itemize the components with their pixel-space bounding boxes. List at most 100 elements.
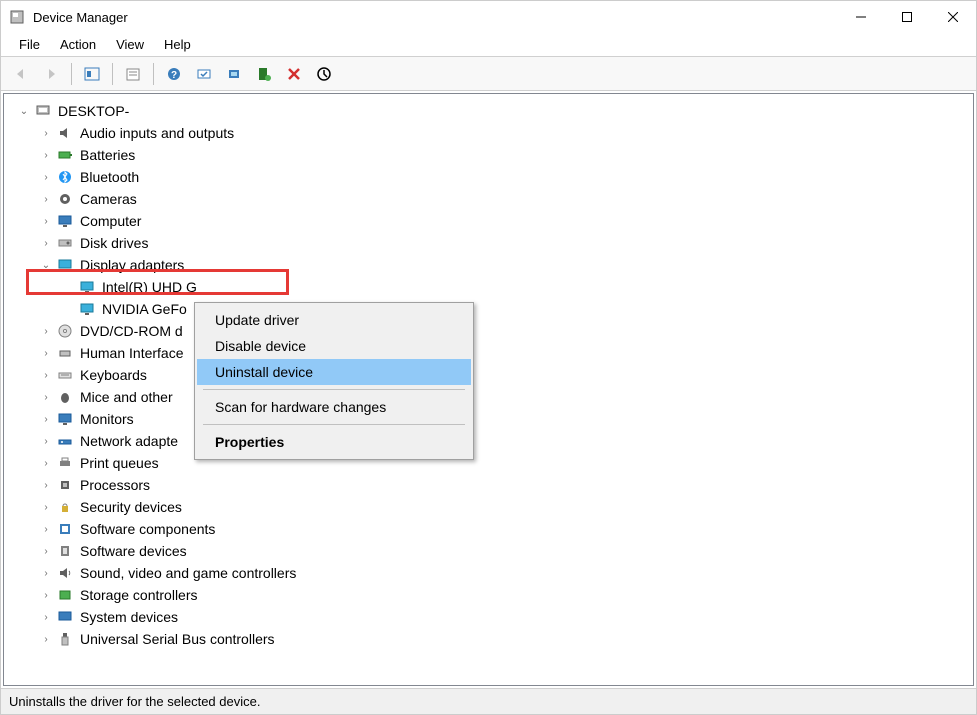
add-legacy-hardware-button[interactable] [250,60,278,88]
system-device-icon [56,608,74,626]
tree-disk[interactable]: Disk drives [8,232,969,254]
tree-network[interactable]: Network adapte [8,430,969,452]
context-uninstall-device[interactable]: Uninstall device [197,359,471,385]
update-driver-button[interactable] [220,60,248,88]
expander-icon[interactable] [38,499,54,515]
tree-computer[interactable]: Computer [8,210,969,232]
keyboard-icon [56,366,74,384]
tree-security[interactable]: Security devices [8,496,969,518]
sound-icon [56,564,74,582]
monitor-icon [56,212,74,230]
tree-storage[interactable]: Storage controllers [8,584,969,606]
tree-audio[interactable]: Audio inputs and outputs [8,122,969,144]
context-scan-hardware[interactable]: Scan for hardware changes [197,394,471,420]
expander-icon[interactable] [38,455,54,471]
tree-hid[interactable]: Human Interface [8,342,969,364]
toolbar-separator [153,63,154,85]
expander-icon[interactable] [38,543,54,559]
expander-icon[interactable] [38,477,54,493]
expander-icon[interactable] [38,345,54,361]
uninstall-device-button[interactable] [280,60,308,88]
expander-icon[interactable] [38,147,54,163]
tree-cameras[interactable]: Cameras [8,188,969,210]
menu-view[interactable]: View [106,35,154,54]
menu-action[interactable]: Action [50,35,106,54]
tree-intel-uhd[interactable]: Intel(R) UHD G [8,276,969,298]
properties-button[interactable] [119,60,147,88]
disable-device-button[interactable] [310,60,338,88]
statusbar-text: Uninstalls the driver for the selected d… [9,694,260,709]
titlebar: Device Manager [1,1,976,33]
menu-help[interactable]: Help [154,35,201,54]
tree-monitors[interactable]: Monitors [8,408,969,430]
expander-icon[interactable] [38,257,54,273]
tree-usb[interactable]: Universal Serial Bus controllers [8,628,969,650]
scan-hardware-changes-button[interactable] [190,60,218,88]
context-properties[interactable]: Properties [197,429,471,455]
tree-sound[interactable]: Sound, video and game controllers [8,562,969,584]
expander-icon[interactable] [38,389,54,405]
monitor-icon [56,410,74,428]
bluetooth-icon [56,168,74,186]
tree-keyboards[interactable]: Keyboards [8,364,969,386]
expander-icon[interactable] [38,125,54,141]
minimize-button[interactable] [838,1,884,33]
back-button[interactable] [7,60,35,88]
expander-icon[interactable] [38,235,54,251]
expander-icon[interactable] [38,191,54,207]
security-icon [56,498,74,516]
expander-icon[interactable] [38,631,54,647]
display-adapter-icon [56,256,74,274]
context-menu-separator [203,424,465,425]
window-controls [838,1,976,33]
storage-controller-icon [56,586,74,604]
tree-sw-components[interactable]: Software components [8,518,969,540]
device-tree[interactable]: DESKTOP- Audio inputs and outputs Batter… [3,93,974,686]
tree-system[interactable]: System devices [8,606,969,628]
tree-mice[interactable]: Mice and other [8,386,969,408]
window-title: Device Manager [33,10,838,25]
context-update-driver[interactable]: Update driver [197,307,471,333]
close-button[interactable] [930,1,976,33]
forward-button[interactable] [37,60,65,88]
expander-icon[interactable] [38,213,54,229]
computer-icon [34,102,52,120]
expander-icon[interactable] [38,521,54,537]
expander-icon[interactable] [16,103,32,119]
expander-icon[interactable] [38,323,54,339]
expander-icon[interactable] [38,411,54,427]
tree-display-adapters[interactable]: Display adapters [8,254,969,276]
tree-bluetooth[interactable]: Bluetooth [8,166,969,188]
tree-processors[interactable]: Processors [8,474,969,496]
audio-icon [56,124,74,142]
context-disable-device[interactable]: Disable device [197,333,471,359]
tree-printqueues[interactable]: Print queues [8,452,969,474]
network-icon [56,432,74,450]
menubar: File Action View Help [1,33,976,57]
help-button[interactable]: ? [160,60,188,88]
tree-root[interactable]: DESKTOP- [8,100,969,122]
toolbar: ? [1,57,976,91]
statusbar: Uninstalls the driver for the selected d… [1,688,976,714]
tree-nvidia[interactable]: NVIDIA GeFo [8,298,969,320]
menu-file[interactable]: File [9,35,50,54]
context-menu: Update driver Disable device Uninstall d… [194,302,474,460]
expander-icon[interactable] [38,587,54,603]
expander-icon[interactable] [38,609,54,625]
expander-icon [60,301,76,317]
tree-sw-devices[interactable]: Software devices [8,540,969,562]
toolbar-separator [71,63,72,85]
tree-batteries[interactable]: Batteries [8,144,969,166]
context-menu-separator [203,389,465,390]
expander-icon[interactable] [38,433,54,449]
expander-icon[interactable] [38,565,54,581]
maximize-button[interactable] [884,1,930,33]
show-hide-console-tree-button[interactable] [78,60,106,88]
software-component-icon [56,520,74,538]
expander-icon[interactable] [38,169,54,185]
display-adapter-icon [78,300,96,318]
display-adapter-icon [78,278,96,296]
battery-icon [56,146,74,164]
tree-dvd[interactable]: DVD/CD-ROM d [8,320,969,342]
expander-icon[interactable] [38,367,54,383]
